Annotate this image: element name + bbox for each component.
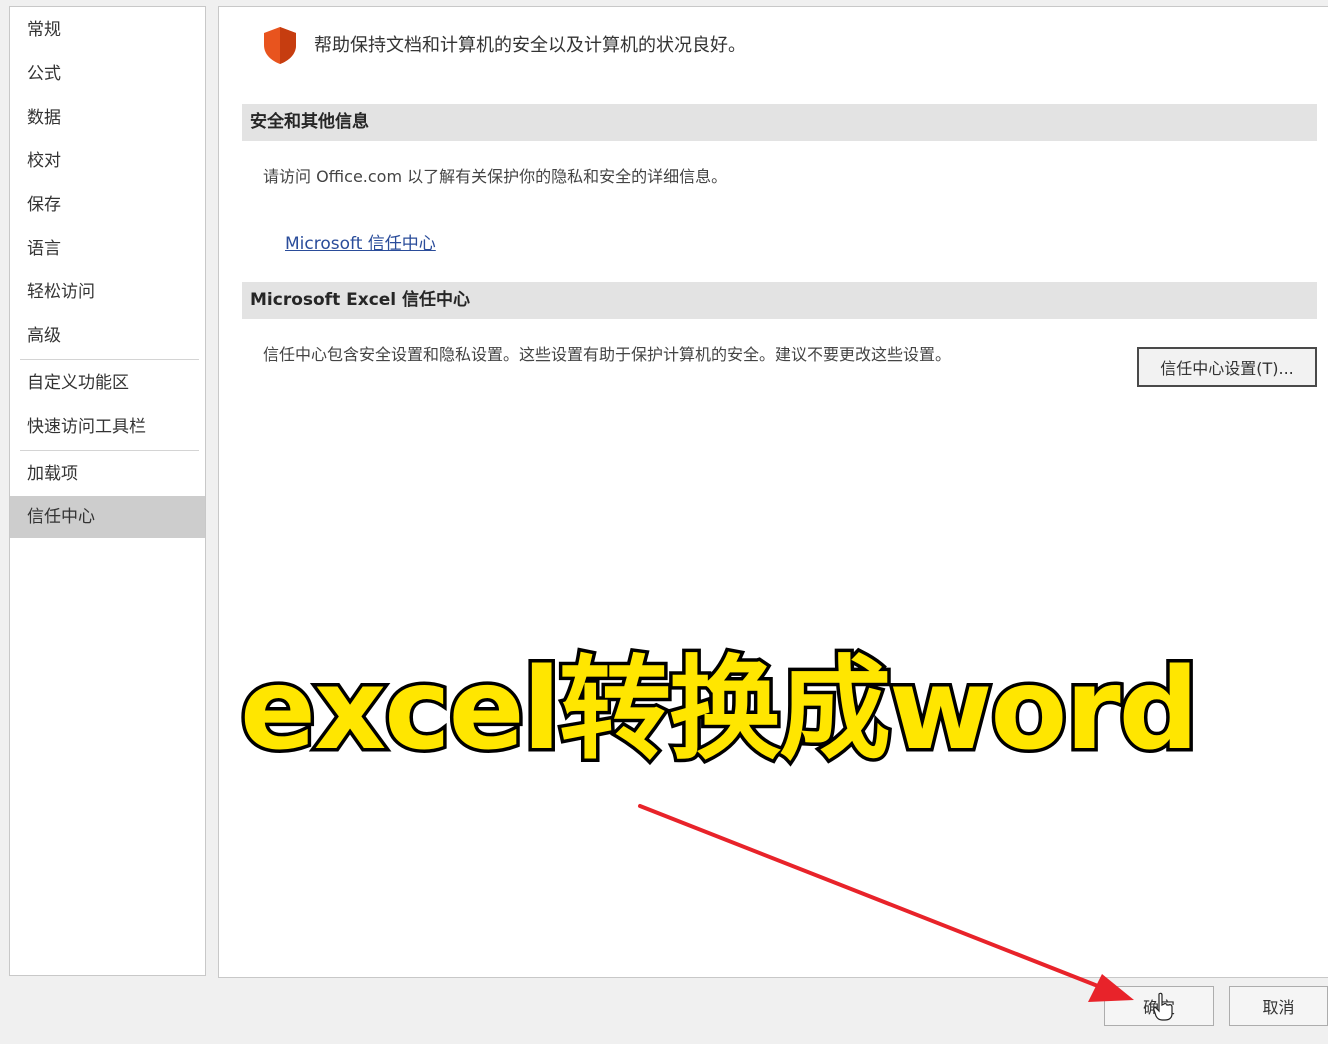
security-info-text: 请访问 Office.com 以了解有关保护你的隐私和安全的详细信息。 (263, 167, 728, 186)
section-header-security-info: 安全和其他信息 (242, 104, 1317, 141)
trust-center-settings-button[interactable]: 信任中心设置(T)... (1137, 347, 1317, 387)
shield-icon (264, 27, 296, 64)
microsoft-trust-center-link[interactable]: Microsoft 信任中心 (285, 229, 436, 254)
nav-item-data[interactable]: 数据 (10, 97, 205, 139)
nav-separator (20, 359, 199, 360)
nav-item-proofing[interactable]: 校对 (10, 140, 205, 182)
cancel-button[interactable]: 取消 (1229, 986, 1328, 1026)
section-header-excel-trust-center: Microsoft Excel 信任中心 (242, 282, 1317, 319)
nav-item-general[interactable]: 常规 (10, 9, 205, 51)
nav-item-quick-access-toolbar[interactable]: 快速访问工具栏 (10, 406, 205, 448)
nav-separator (20, 450, 199, 451)
nav-item-language[interactable]: 语言 (10, 228, 205, 270)
nav-item-trust-center[interactable]: 信任中心 (10, 496, 205, 538)
nav-item-save[interactable]: 保存 (10, 184, 205, 226)
nav-item-customize-ribbon[interactable]: 自定义功能区 (10, 362, 205, 404)
nav-item-add-ins[interactable]: 加载项 (10, 453, 205, 495)
nav-item-formulas[interactable]: 公式 (10, 53, 205, 95)
nav-item-accessibility[interactable]: 轻松访问 (10, 271, 205, 313)
trust-center-description: 信任中心包含安全设置和隐私设置。这些设置有助于保护计算机的安全。建议不要更改这些… (263, 345, 952, 364)
hand-cursor-icon (1153, 992, 1173, 1021)
nav-item-advanced[interactable]: 高级 (10, 315, 205, 357)
overlay-caption: excel转换成word (237, 642, 1203, 779)
intro-text: 帮助保持文档和计算机的安全以及计算机的状况良好。 (314, 35, 746, 56)
trust-center-pane: 帮助保持文档和计算机的安全以及计算机的状况良好。 安全和其他信息 请访问 Off… (218, 6, 1328, 978)
options-nav-pane: 常规 公式 数据 校对 保存 语言 轻松访问 高级 自定义功能区 快速访问工具栏… (9, 6, 206, 976)
